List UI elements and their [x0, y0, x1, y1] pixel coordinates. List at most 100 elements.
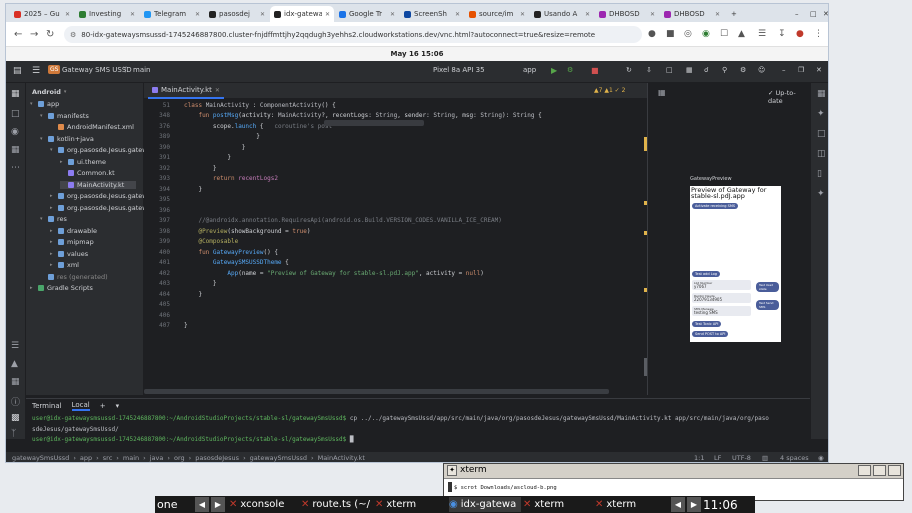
close-icon[interactable]: ✕ — [816, 66, 822, 74]
running-devices-icon[interactable]: ◫ — [817, 149, 826, 159]
breadcrumb-item[interactable]: src — [103, 454, 113, 462]
restore-icon[interactable]: ❐ — [798, 66, 804, 74]
task-idx-gateway[interactable]: ◉ idx-gatewa — [449, 497, 521, 512]
maximize-icon[interactable] — [873, 465, 886, 476]
close-tab-icon[interactable]: ✕ — [585, 11, 590, 18]
tree-item[interactable]: ▸ values — [50, 250, 88, 258]
view-mode-selector[interactable]: Android ▾ — [32, 88, 69, 96]
breadcrumb-item[interactable]: org — [174, 454, 185, 462]
tree-item[interactable]: res (generated) — [40, 273, 108, 281]
task-one[interactable]: one — [157, 497, 195, 512]
browser-tab[interactable]: Google Tr ✕ — [335, 6, 399, 22]
tree-item[interactable]: ▸ mipmap — [50, 238, 94, 246]
profiler-icon[interactable]: ▦ — [686, 66, 693, 74]
extension-icon[interactable]: ◎ — [684, 29, 692, 39]
more-icon[interactable]: ⋮ — [814, 29, 823, 39]
prev-desktop-icon[interactable]: ◀ — [195, 497, 209, 512]
task-xconsole[interactable]: ✕ xconsole — [229, 497, 297, 512]
tree-item[interactable]: Common.kt — [60, 169, 115, 177]
line-separator[interactable]: LF — [714, 454, 721, 462]
breadcrumb-item[interactable]: java — [150, 454, 164, 462]
file-encoding[interactable]: UTF-8 — [732, 454, 751, 462]
tree-item[interactable]: ▾ kotlin+java — [40, 135, 94, 143]
forward-icon[interactable]: → — [30, 29, 38, 40]
minimize-icon[interactable]: – — [782, 66, 786, 74]
browser-tab[interactable]: 2025 – Gu ✕ — [10, 6, 74, 22]
minimize-icon[interactable]: – — [791, 6, 803, 22]
close-tab-icon[interactable]: ✕ — [65, 11, 70, 18]
close-tab-icon[interactable]: ✕ — [260, 11, 265, 18]
device-selector[interactable]: Pixel 8a API 35 — [433, 66, 485, 74]
browser-tab[interactable]: DHBOSD ✕ — [660, 6, 724, 22]
breadcrumb-item[interactable]: app — [80, 454, 92, 462]
chevron-down-icon[interactable]: ▾ — [116, 402, 120, 410]
new-tab-icon[interactable]: + — [727, 6, 741, 22]
tree-item[interactable]: ▸ drawable — [50, 227, 97, 235]
tree-item[interactable]: ▾ res — [40, 215, 67, 223]
search-icon[interactable]: ⚲ — [722, 66, 727, 74]
breadcrumb-item[interactable]: MainActivity.kt — [318, 454, 365, 462]
hamburger-icon[interactable]: ☰ — [32, 66, 40, 76]
profile-icon[interactable]: ● — [796, 29, 804, 39]
test-ussd-button[interactable]: Test Ussd state — [756, 282, 779, 292]
site-info-icon[interactable]: ⚙ — [70, 31, 76, 39]
run-config-selector[interactable]: app — [523, 66, 536, 74]
inspection-summary[interactable]: ▲7 ▲1 ✓ 2 — [594, 87, 625, 94]
task-xterm[interactable]: ✕ xterm — [375, 497, 447, 512]
tree-item[interactable]: ▾ org.pasosde.Jesus.gatew — [50, 146, 148, 154]
tree-item[interactable]: ▸ org.pasosde.Jesus.gatew — [50, 192, 148, 200]
reload-icon[interactable]: ↻ — [46, 29, 54, 40]
extension-icon[interactable]: ▲ — [738, 29, 745, 39]
close-tab-icon[interactable]: ✕ — [130, 11, 135, 18]
account-icon[interactable]: ☺ — [758, 66, 765, 74]
test-api-button[interactable]: Test Tonic API — [692, 321, 722, 327]
close-tab-icon[interactable]: ✕ — [215, 87, 220, 94]
ai-sparkle-icon[interactable]: ✦ — [817, 189, 825, 199]
breadcrumb-item[interactable]: gatewaySmsUssd — [12, 454, 69, 462]
horizontal-scrollbar[interactable] — [144, 389, 609, 394]
browser-tab[interactable]: Usando A ✕ — [530, 6, 594, 22]
android-icon[interactable]: ▤ — [13, 66, 22, 76]
settings-icon[interactable]: ⚙ — [740, 66, 746, 74]
activate-receiving-button[interactable]: Activate receiving SMS — [692, 203, 739, 209]
browser-tab[interactable]: ScreenSh ✕ — [400, 6, 464, 22]
close-icon[interactable]: ✕ — [819, 6, 828, 22]
extension-icon[interactable]: ● — [648, 29, 656, 39]
menu-icon[interactable]: ☰ — [758, 29, 766, 39]
emulator-icon[interactable]: ▯ — [817, 169, 822, 179]
tree-item[interactable]: ▸ Gradle Scripts — [30, 284, 93, 292]
browser-tab[interactable]: DHBOSD ✕ — [595, 6, 659, 22]
tree-item[interactable]: ▸ org.pasosde.Jesus.gatew — [50, 204, 148, 212]
breadcrumb-item[interactable]: main — [123, 454, 139, 462]
device-explorer-icon[interactable]: □ — [817, 129, 826, 139]
extension-icon[interactable]: ☐ — [720, 29, 728, 39]
project-tool-icon[interactable]: ▦ — [11, 89, 20, 99]
scroll-left-icon[interactable]: ◀ — [671, 497, 685, 512]
send-post-button[interactable]: Send POST to API — [692, 331, 729, 337]
lock-icon[interactable]: ▥ — [762, 454, 768, 462]
git-icon[interactable]: ᛉ — [11, 429, 16, 439]
tree-item[interactable]: MainActivity.kt — [60, 180, 136, 189]
task-route[interactable]: ✕ route.ts (~/ — [301, 497, 373, 512]
extension-icon[interactable]: ◉ — [702, 29, 710, 39]
stop-icon[interactable]: ■ — [591, 66, 599, 75]
gemini-icon[interactable]: ✦ — [817, 109, 825, 119]
close-tab-icon[interactable]: ✕ — [650, 11, 655, 18]
logcat-icon[interactable]: ▦ — [11, 377, 20, 387]
browser-tab[interactable]: Investing ✕ — [75, 6, 139, 22]
sync-icon[interactable]: ↻ — [626, 66, 632, 74]
close-tab-icon[interactable]: ✕ — [195, 11, 200, 18]
close-tab-icon[interactable]: ✕ — [715, 11, 720, 18]
extension-icon[interactable]: ■ — [666, 29, 675, 39]
browser-tab[interactable]: pasosdej ✕ — [205, 6, 269, 22]
minimize-icon[interactable] — [858, 465, 871, 476]
commit-icon[interactable]: ◉ — [11, 127, 19, 137]
browser-tab[interactable]: Telegram ✕ — [140, 6, 204, 22]
project-name[interactable]: Gateway SMS USSD — [62, 66, 132, 74]
download-icon[interactable]: ↧ — [778, 29, 786, 39]
terminal-tab-local[interactable]: Local — [71, 401, 90, 411]
breadcrumb-item[interactable]: pasosdeJesus — [195, 454, 239, 462]
test-add-log-button[interactable]: Test add Log — [692, 271, 720, 277]
browser-tab[interactable]: source/im ✕ — [465, 6, 529, 22]
structure-icon[interactable]: ▦ — [11, 145, 20, 155]
